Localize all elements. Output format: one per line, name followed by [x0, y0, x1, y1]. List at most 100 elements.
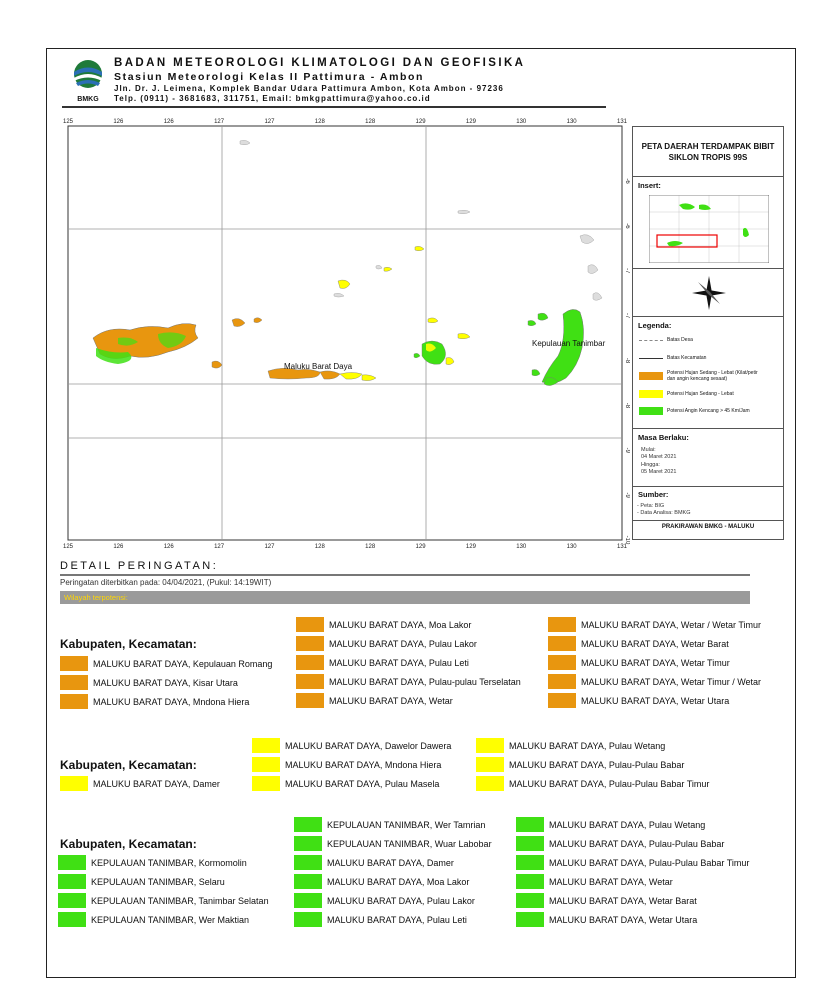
- sumber-data: - Data Analisa: BMKG: [637, 510, 691, 516]
- area-item-label: KEPULAUAN TANIMBAR, Wer Maktian: [91, 914, 250, 925]
- green-swatch: [516, 912, 544, 927]
- area-item-label: MALUKU BARAT DAYA, Pulau-pulau Terselata…: [329, 676, 521, 687]
- area-item: MALUKU BARAT DAYA, Moa Lakor: [296, 617, 471, 632]
- area-item-label: MALUKU BARAT DAYA, Pulau Wetang: [549, 819, 706, 830]
- area-item-label: MALUKU BARAT DAYA, Damer: [93, 778, 220, 789]
- legend-batas-desa: Batas Desa: [639, 337, 693, 343]
- area-item: MALUKU BARAT DAYA, Mndona Hiera: [252, 757, 441, 772]
- insert-map: [649, 195, 769, 263]
- area-item-label: MALUKU BARAT DAYA, Pulau Masela: [285, 778, 440, 789]
- area-item-label: MALUKU BARAT DAYA, Damer: [327, 857, 454, 868]
- green-swatch: [294, 874, 322, 889]
- map-info-panel: PETA DAERAH TERDAMPAK BIBIT SIKLON TROPI…: [632, 126, 784, 540]
- lon-ticks-bottom: 125 126 126 127 127 128 128 129 129 130 130 131: [63, 544, 628, 550]
- area-item: MALUKU BARAT DAYA, Wetar: [296, 693, 453, 708]
- area-item-label: MALUKU BARAT DAYA, Wetar Timur: [581, 657, 730, 668]
- green-swatch: [516, 817, 544, 832]
- area-item: MALUKU BARAT DAYA, Pulau Lakor: [294, 893, 475, 908]
- area-item-label: MALUKU BARAT DAYA, Wetar Utara: [581, 695, 730, 706]
- yellow-swatch: [252, 738, 280, 753]
- green-swatch: [294, 836, 322, 851]
- area-item-label: MALUKU BARAT DAYA, Pulau Leti: [329, 657, 469, 668]
- forecaster-footer: PRAKIRAWAN BMKG - MALUKU: [661, 524, 755, 530]
- area-item: MALUKU BARAT DAYA, Pulau Leti: [296, 655, 469, 670]
- green-group-heading: Kabupaten, Kecamatan:: [60, 837, 197, 851]
- tick-label: -9: [624, 492, 630, 498]
- area-item-label: MALUKU BARAT DAYA, Wetar Utara: [549, 914, 698, 925]
- area-item-label: MALUKU BARAT DAYA, Mndona Hiera: [93, 696, 250, 707]
- tick-label: 128: [365, 119, 376, 125]
- tick-label: 130: [567, 119, 578, 125]
- area-item-label: MALUKU BARAT DAYA, Mndona Hiera: [285, 759, 442, 770]
- yellow-swatch: [476, 738, 504, 753]
- tick-label: -7: [624, 268, 630, 274]
- tick-label: 127: [264, 544, 275, 550]
- orange-swatch: [296, 693, 324, 708]
- area-item-label: MALUKU BARAT DAYA, Wetar Barat: [581, 638, 729, 649]
- orange-swatch: [548, 655, 576, 670]
- yellow-swatch: [252, 757, 280, 772]
- area-item: MALUKU BARAT DAYA, Wetar Timur / Wetar: [548, 674, 761, 689]
- orange-swatch: [296, 674, 324, 689]
- green-swatch: [516, 874, 544, 889]
- area-item-label: MALUKU BARAT DAYA, Pulau-Pulau Babar Tim…: [549, 857, 750, 868]
- area-item: MALUKU BARAT DAYA, Pulau-Pulau Babar Tim…: [516, 855, 749, 870]
- tick-label: -8: [624, 403, 630, 409]
- area-item-label: KEPULAUAN TANIMBAR, Wer Tamrian: [327, 819, 486, 830]
- area-item-label: KEPULAUAN TANIMBAR, Tanimbar Selatan: [91, 895, 269, 906]
- tick-label: 128: [315, 119, 326, 125]
- legend-yellow: Potensi Hujan Sedang - Lebat: [639, 390, 734, 398]
- yellow-swatch: [476, 776, 504, 791]
- area-item: MALUKU BARAT DAYA, Pulau Wetang: [476, 738, 665, 753]
- legend-orange: Potensi Hujan Sedang - Lebat (Kilat/peti…: [639, 370, 779, 382]
- area-item-label: MALUKU BARAT DAYA, Kisar Utara: [93, 677, 238, 688]
- issued-text: Peringatan diterbitkan pada: 04/04/2021,…: [60, 578, 272, 587]
- tick-label: 130: [516, 544, 527, 550]
- orange-swatch: [60, 694, 88, 709]
- area-item-label: MALUKU BARAT DAYA, Pulau Wetang: [509, 740, 666, 751]
- tick-label: 129: [416, 544, 427, 550]
- contact: Telp. (0911) - 3681683, 311751, Email: b…: [114, 94, 431, 103]
- insert-label: Insert:: [638, 181, 661, 190]
- legend-section: Legenda: Batas Desa Batas Kecamatan Pote…: [633, 317, 783, 429]
- north-arrow-section: [633, 269, 783, 317]
- orange-swatch: [296, 636, 324, 651]
- affected-area-bar: Wilayah terpotensi:: [60, 591, 750, 604]
- area-item-label: MALUKU BARAT DAYA, Wetar Timur / Wetar: [581, 676, 762, 687]
- masa-label: Masa Berlaku:: [638, 433, 689, 442]
- legend-batas-kecamatan: Batas Kecamatan: [639, 355, 706, 361]
- tick-label: 126: [113, 544, 124, 550]
- tick-label: 125: [63, 119, 74, 125]
- sumber-peta: - Peta: BIG: [637, 503, 665, 509]
- area-item-label: KEPULAUAN TANIMBAR, Selaru: [91, 876, 225, 887]
- station-name: Stasiun Meteorologi Kelas II Pattimura -…: [114, 71, 425, 83]
- area-item: MALUKU BARAT DAYA, Pulau Wetang: [516, 817, 705, 832]
- green-swatch: [516, 836, 544, 851]
- tick-label: 126: [164, 119, 175, 125]
- tick-label: -9: [624, 448, 630, 454]
- tick-label: 128: [315, 544, 326, 550]
- tick-label: 127: [214, 544, 225, 550]
- area-item-label: MALUKU BARAT DAYA, Pulau Leti: [327, 914, 467, 925]
- area-item-label: MALUKU BARAT DAYA, Moa Lakor: [329, 619, 472, 630]
- tick-label: 129: [466, 544, 477, 550]
- tick-label: 127: [214, 119, 225, 125]
- area-item: MALUKU BARAT DAYA, Pulau-Pulau Babar: [516, 836, 724, 851]
- area-item: KEPULAUAN TANIMBAR, Wer Tamrian: [294, 817, 485, 832]
- tick-label: 131: [617, 119, 628, 125]
- area-item-label: MALUKU BARAT DAYA, Dawelor Dawera: [285, 740, 452, 751]
- area-item: MALUKU BARAT DAYA, Wetar Utara: [548, 693, 729, 708]
- area-item: MALUKU BARAT DAYA, Pulau-Pulau Babar Tim…: [476, 776, 709, 791]
- org-name: BADAN METEOROLOGI KLIMATOLOGI DAN GEOFIS…: [114, 57, 526, 69]
- area-item-label: MALUKU BARAT DAYA, Wetar Barat: [549, 895, 697, 906]
- area-item-label: MALUKU BARAT DAYA, Kepulauan Romang: [93, 658, 273, 669]
- area-item: MALUKU BARAT DAYA, Pulau-Pulau Babar: [476, 757, 684, 772]
- label-maluku-barat-daya: Maluku Barat Daya: [284, 362, 353, 371]
- hingga-date: 05 Maret 2021: [641, 469, 677, 475]
- area-item: KEPULAUAN TANIMBAR, Tanimbar Selatan: [58, 893, 269, 908]
- insert-section: Insert:: [633, 177, 783, 269]
- header-rule: [62, 106, 606, 108]
- tick-label: -6: [624, 223, 630, 229]
- sumber-label: Sumber:: [638, 490, 669, 499]
- area-item: MALUKU BARAT DAYA, Pulau Leti: [294, 912, 467, 927]
